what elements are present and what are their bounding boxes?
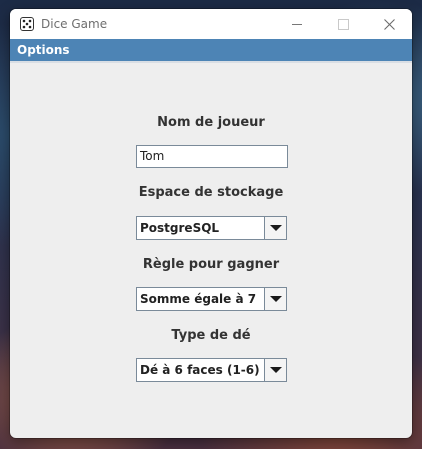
player-name-label: Nom de joueur	[157, 115, 265, 130]
chevron-down-icon	[269, 367, 282, 373]
storage-dropdown-button[interactable]	[264, 217, 286, 239]
minimize-icon	[292, 23, 302, 25]
menu-bar: Options	[10, 39, 412, 63]
storage-selected-value: PostgreSQL	[140, 221, 220, 235]
storage-label: Espace de stockage	[138, 185, 284, 200]
win-rule-select[interactable]: Somme égale à 7	[136, 287, 287, 311]
die-type-selected-value: Dé à 6 faces (1-6)	[140, 363, 260, 377]
win-rule-dropdown-button[interactable]	[264, 288, 286, 310]
close-icon	[383, 18, 395, 30]
maximize-icon	[337, 18, 349, 30]
die-type-dropdown-button[interactable]	[264, 359, 286, 381]
storage-select[interactable]: PostgreSQL	[136, 216, 287, 240]
die-type-select[interactable]: Dé à 6 faces (1-6)	[136, 358, 287, 382]
minimize-button[interactable]	[274, 9, 320, 39]
chevron-down-icon	[269, 296, 282, 302]
die-type-label: Type de dé	[171, 328, 251, 343]
title-bar[interactable]: Dice Game	[10, 9, 412, 39]
app-window: Dice Game Options Nom de joueur Tom Espa…	[10, 9, 412, 438]
window-title: Dice Game	[41, 17, 108, 31]
dice-icon	[20, 17, 34, 31]
close-button[interactable]	[366, 9, 412, 39]
maximize-button[interactable]	[320, 9, 366, 39]
menu-options[interactable]: Options	[10, 43, 70, 57]
chevron-down-icon	[269, 225, 282, 231]
win-rule-label: Règle pour gagner	[142, 257, 280, 272]
win-rule-selected-value: Somme égale à 7	[140, 292, 257, 306]
player-name-input[interactable]: Tom	[136, 145, 288, 168]
